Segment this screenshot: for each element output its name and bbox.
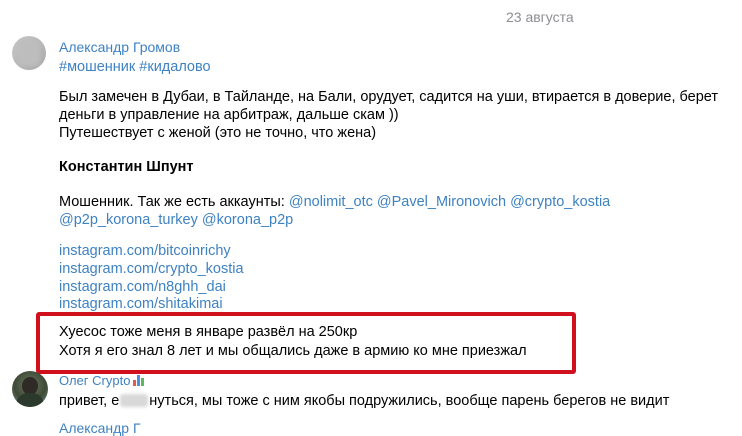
message-text: Был замечен в Дубаи, в Тайланде, на Бали… (59, 89, 718, 105)
author-name[interactable]: Олег Crypto (59, 373, 146, 388)
mention-links[interactable]: @p2p_korona_turkey @korona_p2p (59, 211, 293, 229)
mention-links[interactable]: @nolimit_otc @Pavel_Mironovich @crypto_k… (289, 194, 610, 210)
message-text: деньги в управление на арбитраж, дальше … (59, 107, 399, 123)
instagram-link[interactable]: instagram.com/bitcoinrichy (59, 242, 231, 260)
instagram-link[interactable]: instagram.com/n8ghh_dai (59, 278, 226, 296)
avatar[interactable] (12, 371, 48, 407)
message-text: привет, е нуться, мы тоже с ним якобы под… (59, 392, 669, 410)
author-name-text: Олег Crypto (59, 373, 131, 388)
message-text-start: привет, е (59, 393, 120, 409)
highlight-box (36, 312, 576, 374)
message-text-end: нуться, мы тоже с ним якобы подружились,… (149, 393, 670, 409)
bold-name: Константин Шпунт (59, 159, 194, 175)
bar-chart-emoji-icon (133, 374, 146, 386)
hashtags[interactable]: #мошенник #кидалово (59, 58, 211, 76)
accounts-prefix: Мошенник. Так же есть аккаунты: (59, 194, 289, 210)
instagram-link[interactable]: instagram.com/crypto_kostia (59, 260, 244, 278)
next-author-name[interactable]: Александр Г (59, 420, 141, 436)
censored-blur (120, 394, 149, 407)
instagram-link[interactable]: instagram.com/shitakimai (59, 295, 223, 313)
accounts-line: Мошенник. Так же есть аккаунты: @nolimit… (59, 193, 610, 211)
date-separator: 23 августа (506, 9, 574, 25)
message-text: Путешествует с женой (это не точно, что … (59, 125, 377, 141)
avatar[interactable] (12, 36, 46, 70)
author-name[interactable]: Александр Громов (59, 39, 180, 55)
